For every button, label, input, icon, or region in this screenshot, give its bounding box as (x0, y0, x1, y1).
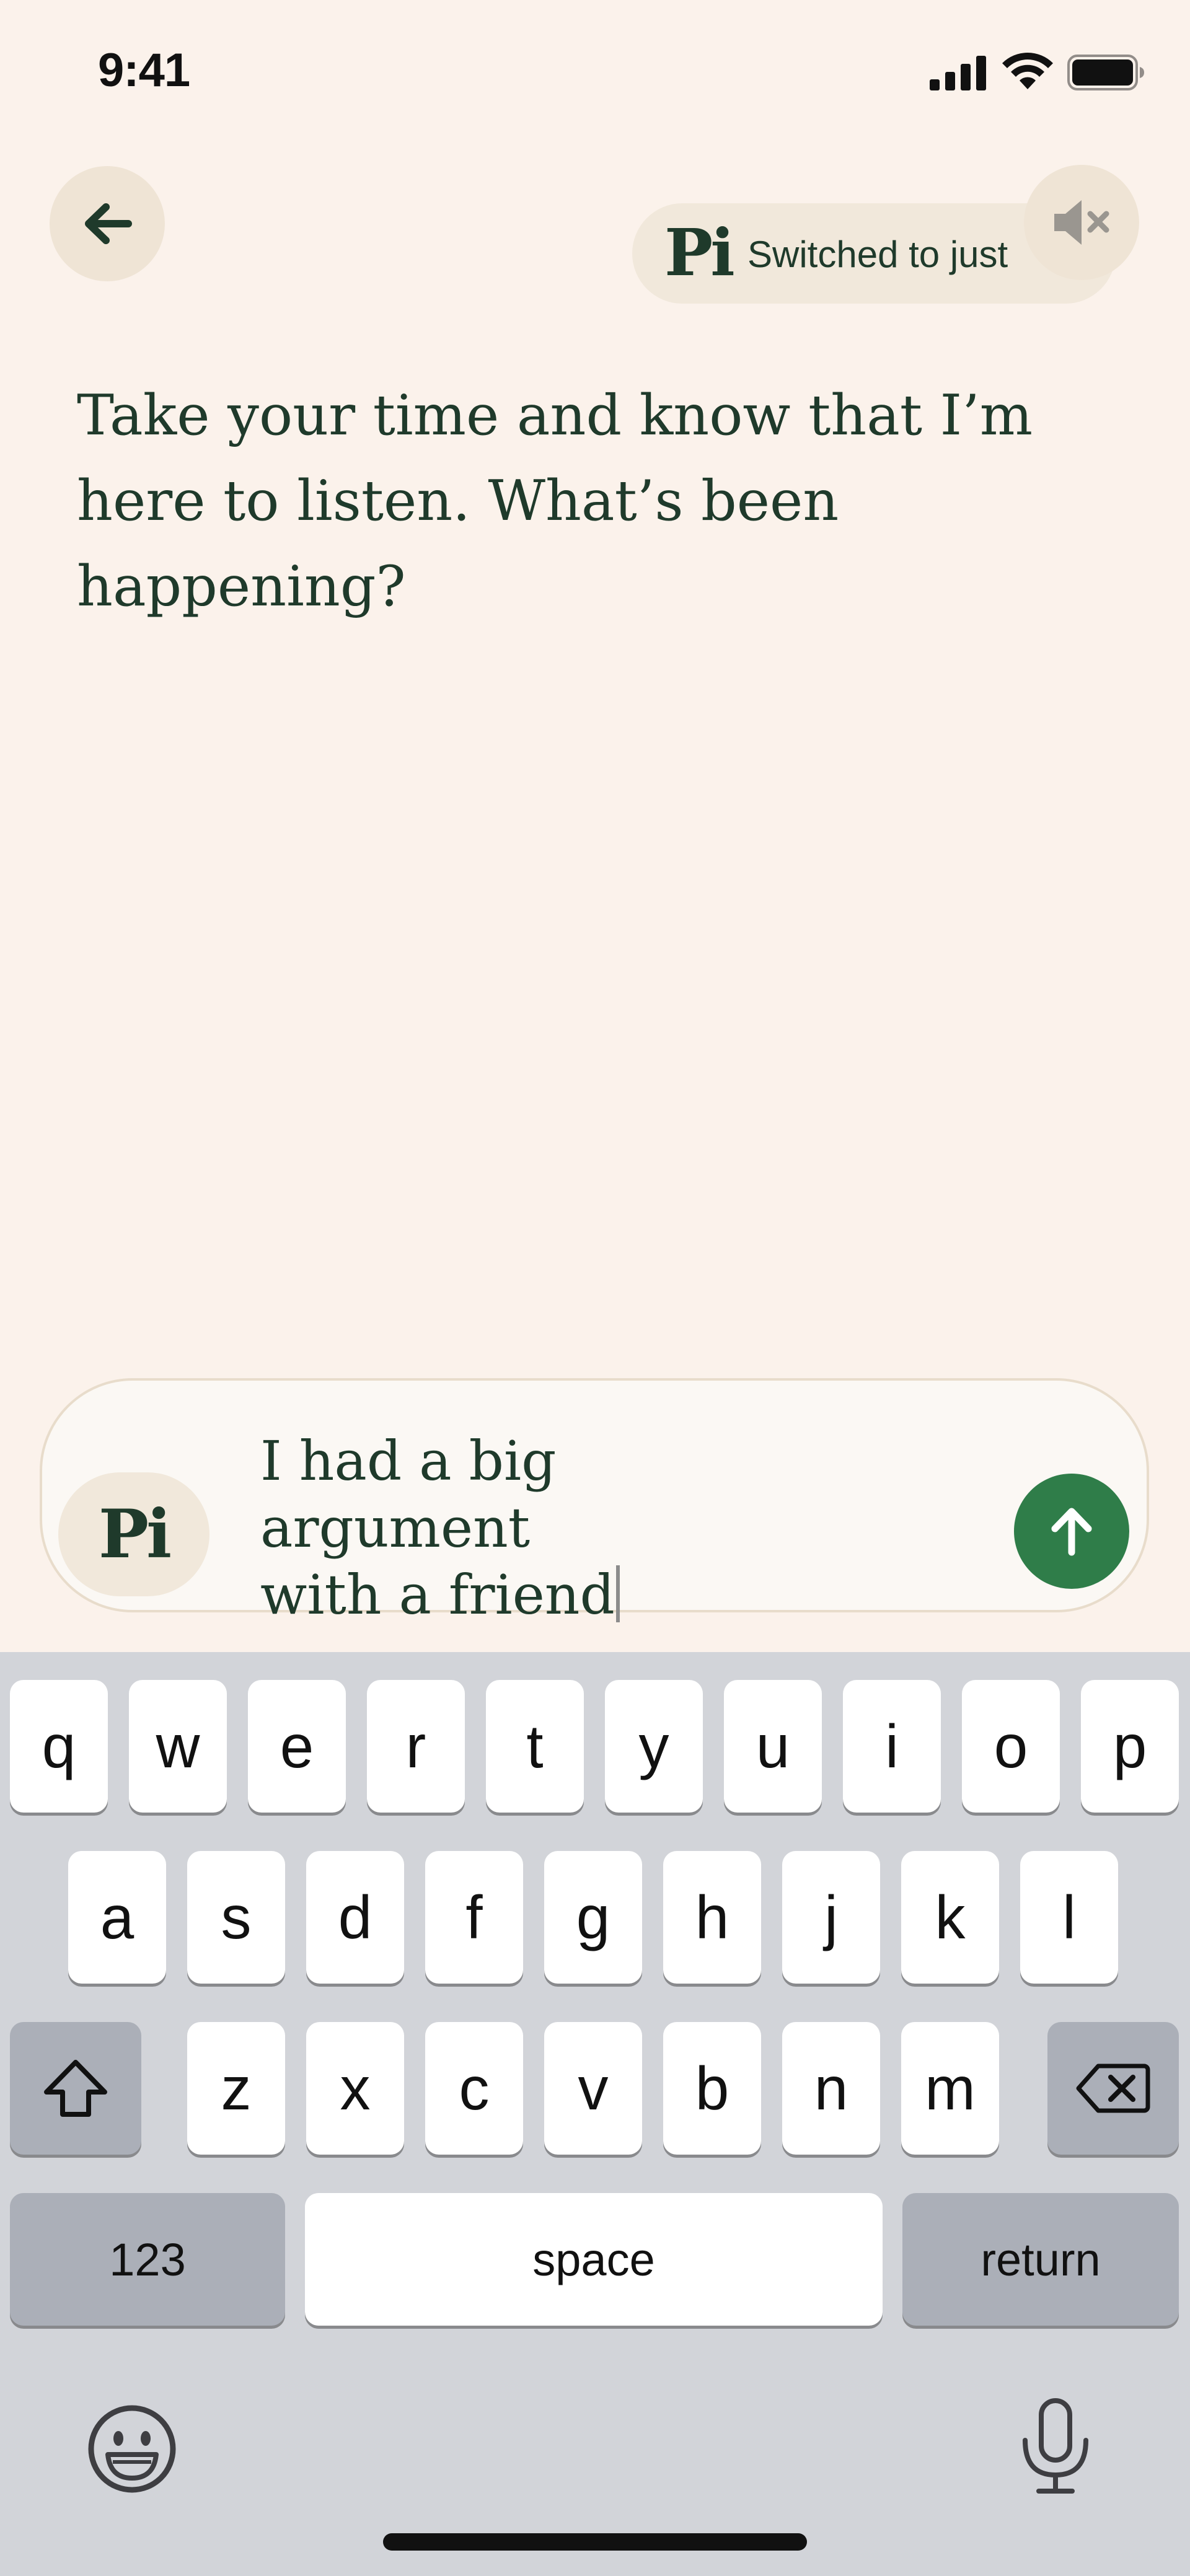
key-j[interactable]: j (782, 1851, 880, 1984)
key-r[interactable]: r (367, 1680, 465, 1813)
message-input[interactable]: I had a big argument with a friend (260, 1428, 818, 1629)
emoji-icon[interactable] (86, 2402, 178, 2495)
key-n[interactable]: n (782, 2022, 880, 2155)
pi-logo: Pi (664, 214, 735, 291)
toast-text: Switched to just (747, 234, 1008, 275)
status-time: 9:41 (98, 44, 190, 97)
key-m[interactable]: m (901, 2022, 999, 2155)
shift-icon (44, 2060, 107, 2117)
battery-icon (1067, 55, 1144, 90)
message-composer: Pi I had a big argument with a friend (40, 1378, 1149, 1627)
pi-logo-button[interactable]: Pi (58, 1472, 209, 1596)
key-s[interactable]: s (187, 1851, 285, 1984)
key-e[interactable]: e (248, 1680, 346, 1813)
key-d[interactable]: d (306, 1851, 404, 1984)
cellular-signal-icon (930, 56, 986, 90)
shift-key[interactable] (10, 2022, 141, 2155)
key-f[interactable]: f (425, 1851, 523, 1984)
key-w[interactable]: w (129, 1680, 227, 1813)
space-key[interactable]: space (305, 2193, 883, 2326)
key-y[interactable]: y (605, 1680, 703, 1813)
key-v[interactable]: v (544, 2022, 642, 2155)
backspace-icon (1076, 2064, 1150, 2113)
home-indicator (383, 2533, 807, 2551)
text-caret (615, 1565, 620, 1622)
speaker-muted-icon (1054, 200, 1109, 245)
key-z[interactable]: z (187, 2022, 285, 2155)
assistant-message: Take your time and know that I’m here to… (77, 383, 1033, 619)
back-button[interactable] (50, 166, 165, 281)
key-q[interactable]: q (10, 1680, 108, 1813)
key-k[interactable]: k (901, 1851, 999, 1984)
status-bar: 9:41 (0, 0, 1190, 143)
microphone-icon[interactable] (1016, 2397, 1095, 2496)
mute-button[interactable] (1024, 165, 1139, 280)
return-key[interactable]: return (902, 2193, 1179, 2326)
key-i[interactable]: i (843, 1680, 941, 1813)
numbers-key[interactable]: 123 (10, 2193, 285, 2326)
key-a[interactable]: a (68, 1851, 166, 1984)
keyboard: q w e r t y u i o p a s d f g h j k l z … (0, 1652, 1190, 2576)
key-h[interactable]: h (663, 1851, 761, 1984)
key-b[interactable]: b (663, 2022, 761, 2155)
delete-key[interactable] (1047, 2022, 1179, 2155)
key-l[interactable]: l (1020, 1851, 1118, 1984)
message-input-line: I had a big argument (260, 1429, 557, 1560)
send-button[interactable] (1014, 1474, 1129, 1589)
key-p[interactable]: p (1081, 1680, 1179, 1813)
key-u[interactable]: u (724, 1680, 822, 1813)
arrow-up-icon (1051, 1508, 1092, 1556)
message-input-line: with a friend (260, 1563, 615, 1627)
wifi-icon (1002, 53, 1053, 89)
key-g[interactable]: g (544, 1851, 642, 1984)
message-input-line-with-caret: with a friend (260, 1562, 818, 1629)
key-t[interactable]: t (486, 1680, 584, 1813)
key-o[interactable]: o (962, 1680, 1060, 1813)
key-x[interactable]: x (306, 2022, 404, 2155)
key-c[interactable]: c (425, 2022, 523, 2155)
arrow-left-icon (85, 203, 132, 244)
